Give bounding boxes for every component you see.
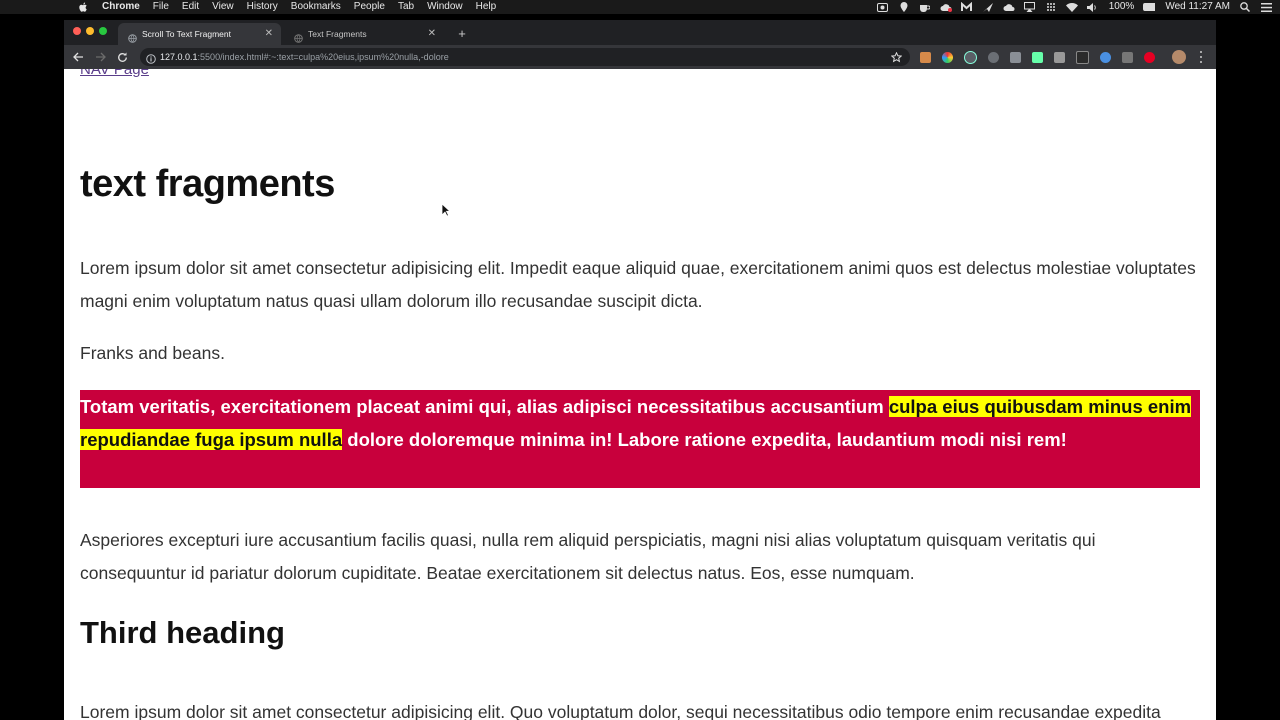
- menu-history[interactable]: History: [247, 0, 278, 14]
- battery-icon[interactable]: [1143, 2, 1156, 12]
- screen-record-icon[interactable]: [877, 2, 889, 12]
- nav-page-link[interactable]: NAV Page: [80, 69, 149, 78]
- page-viewport[interactable]: NAV Page text fragments Lorem ipsum dolo…: [64, 69, 1216, 720]
- back-arrow-icon[interactable]: [70, 49, 86, 65]
- send-icon[interactable]: [982, 2, 994, 12]
- info-icon[interactable]: [146, 52, 156, 64]
- menu-help[interactable]: Help: [476, 0, 497, 14]
- volume-icon[interactable]: [1087, 2, 1099, 12]
- profile-avatar[interactable]: [1172, 50, 1186, 64]
- forward-arrow-icon[interactable]: [92, 49, 108, 65]
- tab-strip: Scroll To Text Fragment ✕ Text Fragments…: [64, 20, 1216, 45]
- battery-percent: 100%: [1108, 1, 1135, 12]
- paragraph-lorem: Lorem ipsum dolor sit amet consectetur a…: [80, 258, 1196, 311]
- menu-tab[interactable]: Tab: [398, 0, 414, 14]
- highlight-text-before: Totam veritatis, exercitationem placeat …: [80, 396, 889, 417]
- pinterest-icon[interactable]: [1144, 51, 1155, 63]
- url-host: 127.0.0.1: [160, 52, 198, 62]
- menu-app-name[interactable]: Chrome: [102, 0, 140, 14]
- menu-window[interactable]: Window: [427, 0, 463, 14]
- menubar-status-area: 100% Wed 11:27 AM: [868, 0, 1272, 14]
- reload-icon[interactable]: [114, 49, 130, 65]
- minimize-window-button[interactable]: [86, 27, 94, 35]
- wifi-icon[interactable]: [1065, 2, 1078, 12]
- tab-title: Text Fragments: [308, 29, 367, 39]
- bookmark-star-icon[interactable]: [890, 51, 903, 63]
- third-heading: Third heading: [80, 615, 285, 650]
- menu-edit[interactable]: Edit: [182, 0, 199, 14]
- highlighted-paragraph: Totam veritatis, exercitationem placeat …: [80, 390, 1200, 488]
- highlight-text-after: dolore doloremque minima in! Labore rati…: [342, 429, 1067, 450]
- macos-menubar: Chrome File Edit View History Bookmarks …: [0, 0, 1280, 14]
- tab-text-fragments[interactable]: Text Fragments ✕: [284, 23, 444, 45]
- dots-grid-icon[interactable]: [1045, 2, 1057, 12]
- url-text: 127.0.0.1:5500/index.html#:~:text=culpa%…: [160, 48, 449, 66]
- url-path: :5500/index.html#:~:text=culpa%20eius,ip…: [197, 52, 449, 62]
- mouse-cursor-icon: [441, 203, 452, 217]
- browser-toolbar: 127.0.0.1:5500/index.html#:~:text=culpa%…: [64, 45, 1216, 69]
- new-tab-button[interactable]: +: [455, 23, 469, 45]
- page-title: text fragments: [80, 163, 335, 205]
- menu-view[interactable]: View: [212, 0, 234, 14]
- color-picker-extension-icon[interactable]: [942, 51, 953, 63]
- globe-icon: [294, 29, 303, 43]
- extension-droplet-icon[interactable]: [1054, 51, 1065, 63]
- extension-circle-icon[interactable]: [988, 51, 999, 63]
- paragraph-franks: Franks and beans.: [80, 343, 225, 363]
- zoom-window-button[interactable]: [99, 27, 107, 35]
- spotlight-search-icon[interactable]: [1239, 2, 1251, 12]
- chrome-menu-icon[interactable]: [1196, 50, 1206, 64]
- close-window-button[interactable]: [73, 27, 81, 35]
- react-devtools-icon[interactable]: [964, 50, 977, 64]
- paragraph-asperiores: Asperiores excepturi iure accusantium fa…: [80, 530, 1096, 583]
- address-bar[interactable]: 127.0.0.1:5500/index.html#:~:text=culpa%…: [140, 48, 910, 66]
- tab-scroll-to-text-fragment[interactable]: Scroll To Text Fragment ✕: [118, 23, 281, 45]
- globe-icon: [128, 29, 137, 43]
- menu-people[interactable]: People: [354, 0, 385, 14]
- extension-gray-icon[interactable]: [1010, 51, 1021, 63]
- menu-file[interactable]: File: [153, 0, 169, 14]
- browser-window: Scroll To Text Fragment ✕ Text Fragments…: [64, 20, 1216, 720]
- cloud-icon[interactable]: [1003, 2, 1015, 12]
- vue-devtools-icon[interactable]: [1032, 51, 1043, 63]
- close-tab-icon[interactable]: ✕: [265, 23, 273, 45]
- location-pin-icon[interactable]: [898, 2, 910, 12]
- cloud-sync-icon[interactable]: [940, 2, 952, 12]
- extension-orange-icon[interactable]: [920, 51, 931, 63]
- pocket-icon[interactable]: [1122, 51, 1133, 63]
- tab-title: Scroll To Text Fragment: [142, 29, 231, 39]
- notification-center-icon[interactable]: [1260, 2, 1272, 12]
- airplay-icon[interactable]: [1024, 2, 1036, 12]
- coffee-cup-icon[interactable]: [919, 2, 931, 12]
- extension-blue-icon[interactable]: [1100, 51, 1111, 63]
- malwarebytes-icon[interactable]: [961, 2, 973, 12]
- paragraph-lorem-2: Lorem ipsum dolor sit amet consectetur a…: [80, 702, 1161, 720]
- clock[interactable]: Wed 11:27 AM: [1165, 0, 1230, 14]
- extension-s-icon[interactable]: [1076, 50, 1089, 64]
- extensions-row: [920, 50, 1166, 64]
- menu-bookmarks[interactable]: Bookmarks: [291, 0, 341, 14]
- apple-icon[interactable]: [76, 0, 90, 14]
- close-tab-icon[interactable]: ✕: [428, 23, 436, 45]
